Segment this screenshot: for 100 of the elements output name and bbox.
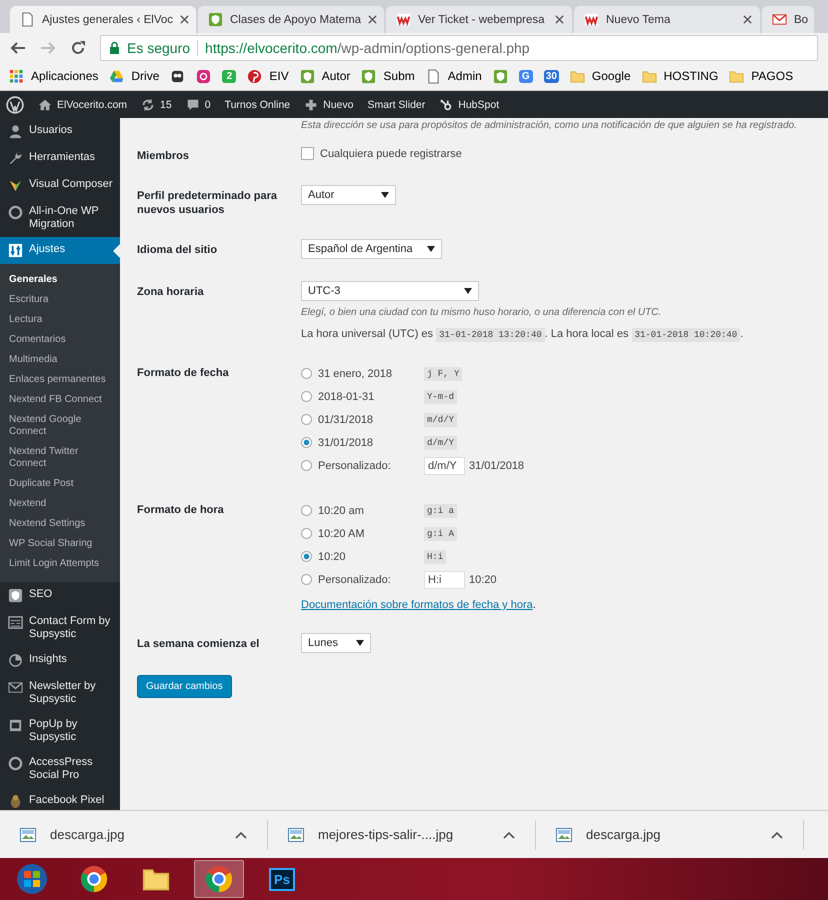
menu-item[interactable]: Newsletter by Supsystic [0, 674, 120, 712]
radio-button[interactable] [301, 368, 312, 379]
admin-bar-item[interactable]: HubSpot [439, 98, 500, 112]
radio-button[interactable] [301, 437, 312, 448]
back-arrow-icon[interactable] [10, 40, 26, 56]
menu-item[interactable]: Visual Composer [0, 172, 120, 199]
submenu-item[interactable]: Nextend FB Connect [0, 390, 120, 410]
radio-label: 31/01/2018 [318, 436, 374, 448]
admin-bar-item[interactable]: Nuevo [304, 98, 354, 112]
bookmark-item[interactable]: Drive [109, 68, 160, 84]
browser-tab[interactable]: Bo [762, 6, 814, 33]
description-text: Esta dirección se usa para propósitos de administración, como una notificación de que alguien se ha registrado. [301, 120, 798, 131]
download-item[interactable]: descarga.jpg [536, 820, 804, 850]
radio-button[interactable] [301, 460, 312, 471]
dropdown[interactable]: UTC-3 [301, 281, 479, 301]
folder-icon [729, 68, 744, 84]
address-bar[interactable]: Es seguro https://elvocerito.com/wp-admin/options-general.php [100, 34, 818, 60]
menu-item[interactable]: Usuarios [0, 118, 120, 145]
admin-bar-item[interactable]: 15 [141, 98, 172, 112]
submenu-item[interactable]: Lectura [0, 310, 120, 330]
radio-button[interactable] [301, 505, 312, 516]
dropdown[interactable]: Lunes [301, 633, 371, 653]
admin-bar-item[interactable]: 0 [186, 98, 211, 112]
admin-bar-item[interactable]: Smart Slider [367, 98, 426, 110]
submenu-item[interactable]: Multimedia [0, 350, 120, 370]
close-icon[interactable] [743, 15, 752, 24]
taskbar-button[interactable]: Ps [258, 861, 306, 897]
format-code: g:i A [424, 526, 458, 540]
browser-tab[interactable]: Nuevo Tema [574, 6, 760, 33]
caret-up-icon[interactable] [503, 830, 515, 838]
submenu-item[interactable]: Comentarios [0, 330, 120, 350]
comment-icon [186, 98, 200, 112]
taskbar-button[interactable] [194, 860, 244, 898]
save-button[interactable]: Guardar cambios [137, 675, 232, 698]
bookmark-item[interactable]: 30 [544, 70, 559, 82]
sliders-icon [8, 243, 23, 258]
download-item[interactable]: mejores-tips-salir-....jpg [268, 820, 536, 850]
dropdown[interactable]: Autor [301, 185, 396, 205]
caret-up-icon[interactable] [235, 830, 247, 838]
submenu-item[interactable]: Nextend Google Connect [0, 410, 120, 442]
bookmark-item[interactable]: Autor [300, 68, 350, 84]
submenu-item[interactable]: Nextend Twitter Connect [0, 442, 120, 474]
submenu-item[interactable]: Limit Login Attempts [0, 554, 120, 574]
menu-item[interactable]: Insights [0, 647, 120, 674]
radio-label: 2018-01-31 [318, 390, 376, 402]
submenu-item[interactable]: WP Social Sharing [0, 534, 120, 554]
radio-button[interactable] [301, 391, 312, 402]
page-icon [20, 12, 35, 27]
bookmark-item[interactable]: PAGOS [729, 68, 794, 84]
envelope-icon [772, 12, 787, 27]
bookmark-item[interactable]: EIV [247, 68, 289, 84]
format-input[interactable]: H:i [424, 570, 465, 588]
folder-icon [642, 68, 657, 84]
reload-icon[interactable] [70, 40, 86, 56]
browser-tab[interactable]: Ajustes generales ‹ ElVoc [10, 6, 196, 33]
menu-item[interactable]: SEO [0, 582, 120, 609]
folder-icon [570, 68, 585, 84]
checkbox[interactable] [301, 147, 314, 160]
submenu-item[interactable]: Nextend [0, 494, 120, 514]
apps-grid-icon [9, 68, 24, 84]
menu-label: Usuarios [29, 124, 74, 137]
menu-item[interactable]: Facebook Pixel [0, 788, 120, 810]
submenu-item[interactable]: Duplicate Post [0, 474, 120, 494]
menu-item[interactable]: PopUp by Supsystic [0, 712, 120, 750]
submenu-item[interactable]: Enlaces permanentes [0, 370, 120, 390]
caret-up-icon[interactable] [771, 830, 783, 838]
menu-item[interactable]: Ajustes [0, 237, 120, 264]
form-icon [8, 615, 23, 630]
radio-button[interactable] [301, 528, 312, 539]
browser-tab[interactable]: Clases de Apoyo Matema [198, 6, 384, 33]
menu-item[interactable]: Herramientas [0, 145, 120, 172]
browser-tab[interactable]: Ver Ticket - webempresa [386, 6, 572, 33]
format-input[interactable]: d/m/Y [424, 456, 465, 474]
download-item[interactable]: descarga.jpg [0, 820, 268, 850]
radio-button[interactable] [301, 414, 312, 425]
admin-bar-item[interactable]: Turnos Online [224, 98, 290, 110]
bookmark-item[interactable]: G [518, 70, 533, 82]
dropdown[interactable]: Español de Argentina [301, 239, 442, 259]
submenu-item[interactable]: Escritura [0, 290, 120, 310]
close-icon[interactable] [180, 15, 190, 24]
admin-bar-item[interactable]: ElVocerito.com [38, 98, 128, 112]
close-icon[interactable] [555, 15, 564, 24]
bookmark-item[interactable]: Google [570, 68, 631, 84]
image-file-icon [20, 828, 36, 842]
documentation-link[interactable]: Documentación sobre formatos de fecha y hora [301, 599, 533, 611]
window-icon [8, 718, 23, 733]
close-icon[interactable] [368, 15, 378, 24]
bookmark-item[interactable]: Admin [426, 68, 482, 84]
submenu-item[interactable]: Generales [0, 270, 120, 290]
menu-item[interactable]: AccessPress Social Pro [0, 750, 120, 788]
bookmark-item[interactable]: Subm [361, 68, 415, 84]
radio-button[interactable] [301, 551, 312, 562]
radio-button[interactable] [301, 574, 312, 585]
bookmark-item[interactable]: HOSTING [642, 68, 718, 84]
menu-item[interactable]: Contact Form by Supsystic [0, 609, 120, 647]
bookmark-item[interactable]: Aplicaciones [9, 68, 98, 84]
menu-item[interactable]: All-in-One WP Migration [0, 199, 120, 237]
period-text: . [740, 328, 744, 340]
w-logo-icon [584, 12, 599, 27]
submenu-item[interactable]: Nextend Settings [0, 514, 120, 534]
